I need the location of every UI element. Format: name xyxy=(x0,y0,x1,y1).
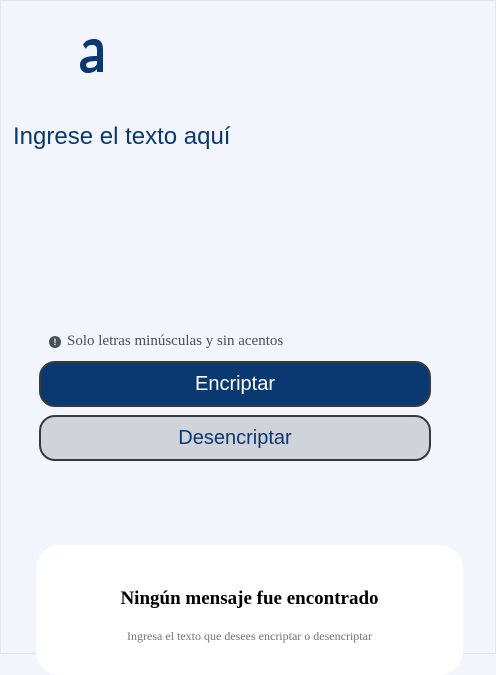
app-frame: ! Solo letras minúsculas y sin acentos E… xyxy=(0,0,496,675)
decrypt-button[interactable]: Desencriptar xyxy=(39,415,431,461)
encrypt-button[interactable]: Encriptar xyxy=(39,361,431,407)
alura-logo-icon xyxy=(80,39,103,73)
output-title: Ningún mensaje fue encontrado xyxy=(120,588,379,609)
output-subtitle: Ingresa el texto que desees encriptar o … xyxy=(127,629,372,643)
input-hint: ! Solo letras minúsculas y sin acentos xyxy=(49,333,283,350)
exclamation-circle-icon: ! xyxy=(49,335,61,348)
message-textarea[interactable] xyxy=(13,119,473,323)
output-panel: Ningún mensaje fue encontrado Ingresa el… xyxy=(36,545,463,675)
hint-text: Solo letras minúsculas y sin acentos xyxy=(67,333,284,349)
